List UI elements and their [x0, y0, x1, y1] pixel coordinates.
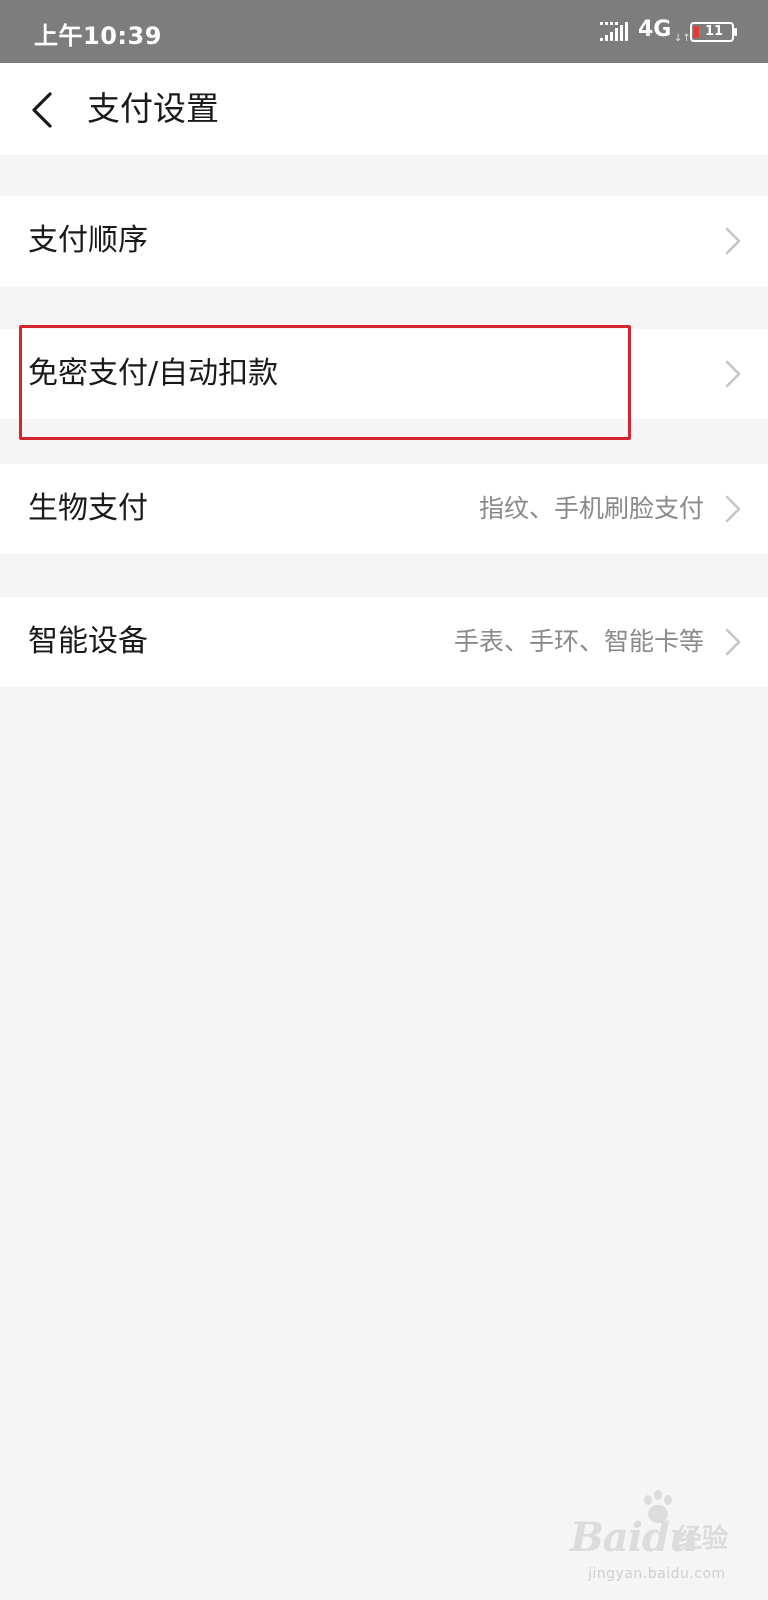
back-arrow-icon[interactable] [28, 91, 58, 129]
network-activity-icon: ↓↑ [674, 33, 691, 44]
battery-level: 11 [704, 24, 724, 39]
chevron-right-icon [725, 360, 741, 388]
settings-row-password-free-payment[interactable]: 免密支付/自动扣款 [0, 329, 768, 419]
row-value: 手表、手环、智能卡等 [453, 627, 704, 656]
page-title: 支付设置 [87, 89, 219, 128]
row-label: 免密支付/自动扣款 [28, 356, 279, 391]
status-bar: 上午10:39 4G ↓↑ 11 [0, 0, 768, 63]
signal-icon [600, 22, 628, 41]
row-label: 智能设备 [28, 624, 148, 659]
chevron-right-icon [725, 628, 741, 656]
row-label: 生物支付 [28, 491, 148, 526]
row-value: 指纹、手机刷脸支付 [478, 494, 704, 523]
nav-bar: 支付设置 [0, 63, 768, 155]
settings-row-biometric-payment[interactable]: 生物支付 指纹、手机刷脸支付 [0, 464, 768, 554]
watermark-product: 经验 [676, 1524, 729, 1554]
baidu-jingyan-watermark: Baidu 经验 jingyan.baidu.com [552, 1478, 752, 1598]
settings-row-payment-order[interactable]: 支付顺序 [0, 196, 768, 286]
chevron-right-icon [725, 227, 741, 255]
settings-row-smart-devices[interactable]: 智能设备 手表、手环、智能卡等 [0, 597, 768, 687]
chevron-right-icon [725, 495, 741, 523]
network-type: 4G [638, 17, 672, 42]
status-time: 上午10:39 [34, 22, 162, 50]
row-label: 支付顺序 [28, 223, 148, 258]
baidu-paw-icon [644, 1490, 672, 1523]
watermark-url: jingyan.baidu.com [588, 1566, 726, 1582]
